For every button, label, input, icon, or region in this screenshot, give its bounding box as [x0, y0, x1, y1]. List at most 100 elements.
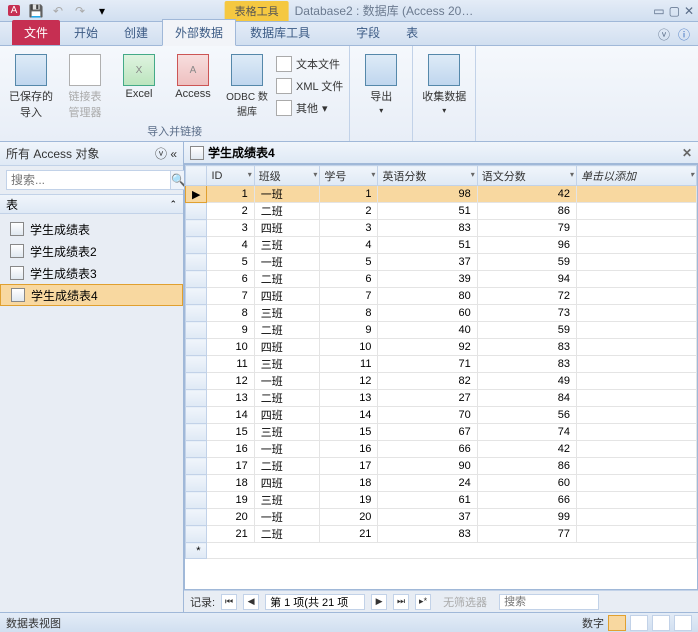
cell-english[interactable]: 80 — [378, 288, 477, 305]
cell-class[interactable]: 一班 — [254, 186, 320, 203]
cell-english[interactable]: 66 — [378, 441, 477, 458]
row-selector[interactable] — [186, 203, 207, 220]
cell-id[interactable]: 3 — [207, 220, 254, 237]
cell-add[interactable] — [577, 509, 697, 526]
cell-english[interactable]: 92 — [378, 339, 477, 356]
cell-class[interactable]: 四班 — [254, 288, 320, 305]
nav-item-1[interactable]: 学生成绩表2 — [0, 240, 183, 262]
cell-id[interactable]: 12 — [207, 373, 254, 390]
cell-chinese[interactable]: 99 — [477, 509, 576, 526]
cell-chinese[interactable]: 83 — [477, 356, 576, 373]
cell-sno[interactable]: 16 — [320, 441, 378, 458]
table-row[interactable]: 10四班109283 — [186, 339, 697, 356]
column-dropdown-icon[interactable]: ▾ — [690, 170, 694, 179]
tab-table[interactable]: 表 — [394, 20, 430, 45]
recnav-search-input[interactable] — [499, 594, 599, 610]
cell-sno[interactable]: 19 — [320, 492, 378, 509]
table-row[interactable]: 3四班38379 — [186, 220, 697, 237]
cell-add[interactable] — [577, 339, 697, 356]
column-header-5[interactable]: 单击以添加▾ — [577, 166, 697, 186]
cell-class[interactable]: 二班 — [254, 526, 320, 543]
table-row[interactable]: 14四班147056 — [186, 407, 697, 424]
view-design[interactable] — [674, 615, 692, 631]
column-header-3[interactable]: 英语分数▾ — [378, 166, 477, 186]
table-row[interactable]: ▶1一班19842 — [186, 186, 697, 203]
cell-id[interactable]: 9 — [207, 322, 254, 339]
undo-icon[interactable]: ↶ — [48, 2, 68, 20]
cell-chinese[interactable]: 59 — [477, 322, 576, 339]
tab-database-tools[interactable]: 数据库工具 — [238, 20, 322, 45]
cell-add[interactable] — [577, 220, 697, 237]
table-row[interactable]: 20一班203799 — [186, 509, 697, 526]
nav-item-3[interactable]: 学生成绩表4 — [0, 284, 183, 306]
cell-english[interactable]: 37 — [378, 509, 477, 526]
column-dropdown-icon[interactable]: ▾ — [313, 170, 317, 179]
cell-id[interactable]: 16 — [207, 441, 254, 458]
cell-id[interactable]: 15 — [207, 424, 254, 441]
tab-field[interactable]: 字段 — [344, 20, 392, 45]
cell-id[interactable]: 5 — [207, 254, 254, 271]
cell-id[interactable]: 18 — [207, 475, 254, 492]
column-header-2[interactable]: 学号▾ — [320, 166, 378, 186]
cell-class[interactable]: 三班 — [254, 356, 320, 373]
cell-class[interactable]: 二班 — [254, 322, 320, 339]
cell-sno[interactable]: 6 — [320, 271, 378, 288]
cell-class[interactable]: 四班 — [254, 475, 320, 492]
row-selector[interactable] — [186, 305, 207, 322]
tab-file[interactable]: 文件 — [12, 20, 60, 45]
cell-sno[interactable]: 20 — [320, 509, 378, 526]
cell-chinese[interactable]: 72 — [477, 288, 576, 305]
row-selector[interactable] — [186, 492, 207, 509]
cell-english[interactable]: 24 — [378, 475, 477, 492]
view-chart[interactable] — [652, 615, 670, 631]
cell-add[interactable] — [577, 186, 697, 203]
recnav-last[interactable]: ⏭ — [393, 594, 409, 610]
qat-dropdown-icon[interactable]: ▾ — [92, 2, 112, 20]
btn-odbc[interactable]: ODBC 数据库 — [222, 50, 272, 121]
cell-class[interactable]: 三班 — [254, 492, 320, 509]
cell-sno[interactable]: 12 — [320, 373, 378, 390]
maximize-icon[interactable]: ▢ — [669, 4, 680, 18]
btn-linked-table-manager[interactable]: 链接表 管理器 — [60, 50, 110, 121]
cell-id[interactable]: 14 — [207, 407, 254, 424]
row-selector[interactable] — [186, 254, 207, 271]
cell-sno[interactable]: 21 — [320, 526, 378, 543]
cell-chinese[interactable]: 49 — [477, 373, 576, 390]
tab-external-data[interactable]: 外部数据 — [162, 19, 236, 46]
cell-english[interactable]: 71 — [378, 356, 477, 373]
btn-other[interactable]: 其他 ▾ — [276, 98, 343, 118]
btn-access[interactable]: AAccess — [168, 50, 218, 121]
row-selector[interactable] — [186, 288, 207, 305]
cell-add[interactable] — [577, 390, 697, 407]
cell-sno[interactable]: 13 — [320, 390, 378, 407]
tab-create[interactable]: 创建 — [112, 20, 160, 45]
cell-english[interactable]: 67 — [378, 424, 477, 441]
cell-chinese[interactable]: 66 — [477, 492, 576, 509]
cell-class[interactable]: 二班 — [254, 390, 320, 407]
row-selector[interactable] — [186, 441, 207, 458]
cell-class[interactable]: 一班 — [254, 254, 320, 271]
cell-sno[interactable]: 14 — [320, 407, 378, 424]
cell-id[interactable]: 1 — [207, 186, 254, 203]
tab-home[interactable]: 开始 — [62, 20, 110, 45]
row-selector[interactable] — [186, 458, 207, 475]
cell-chinese[interactable]: 77 — [477, 526, 576, 543]
cell-english[interactable]: 27 — [378, 390, 477, 407]
table-row[interactable]: 17二班179086 — [186, 458, 697, 475]
column-header-4[interactable]: 语文分数▾ — [477, 166, 576, 186]
cell-add[interactable] — [577, 492, 697, 509]
cell-add[interactable] — [577, 526, 697, 543]
cell-class[interactable]: 一班 — [254, 509, 320, 526]
cell-sno[interactable]: 4 — [320, 237, 378, 254]
view-datasheet[interactable] — [608, 615, 626, 631]
cell-add[interactable] — [577, 237, 697, 254]
cell-add[interactable] — [577, 305, 697, 322]
cell-chinese[interactable]: 42 — [477, 186, 576, 203]
btn-export[interactable]: 导出▾ — [356, 50, 406, 137]
cell-english[interactable]: 98 — [378, 186, 477, 203]
view-pivot[interactable] — [630, 615, 648, 631]
table-row[interactable]: 13二班132784 — [186, 390, 697, 407]
cell-english[interactable]: 83 — [378, 526, 477, 543]
cell-add[interactable] — [577, 475, 697, 492]
table-row[interactable]: 16一班166642 — [186, 441, 697, 458]
